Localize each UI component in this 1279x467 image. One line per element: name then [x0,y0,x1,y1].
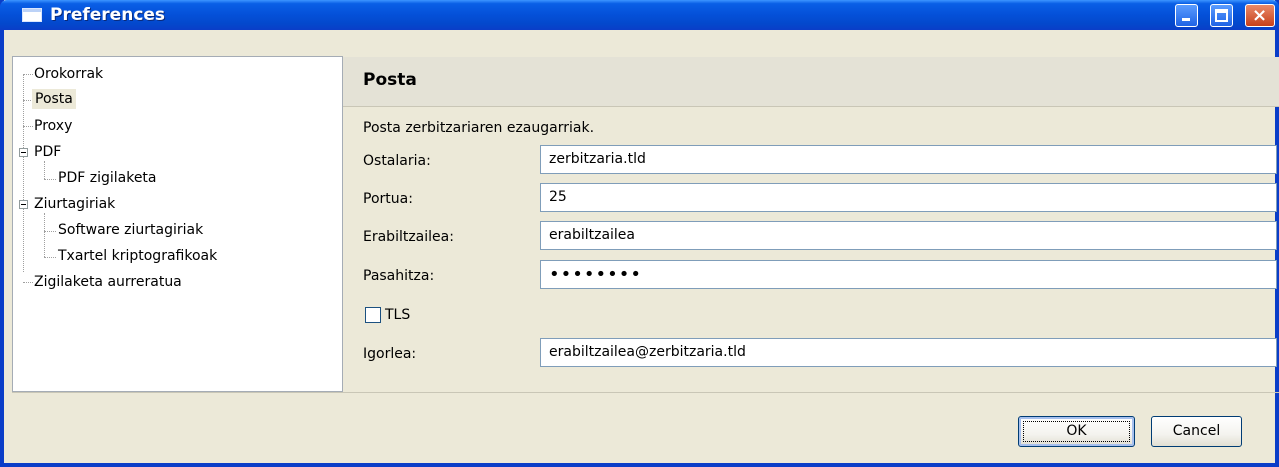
footer-divider [12,392,1279,393]
window-title: Preferences [50,5,166,25]
password-label: Pasahitza: [363,268,435,284]
host-label: Ostalaria: [363,153,431,169]
ok-button[interactable]: OK [1018,416,1135,447]
tls-label[interactable]: TLS [385,307,410,323]
password-field[interactable]: •••••••• [540,260,1277,289]
page-title: Posta [363,70,417,90]
settings-panel: Posta Posta zerbitzariaren ezaugarriak. … [343,57,1279,392]
tree-guide-line [44,179,56,180]
sender-label: Igorlea: [363,346,417,362]
tree-item-proxy[interactable]: Proxy [34,116,72,136]
tls-checkbox[interactable] [365,307,381,323]
sender-field[interactable]: erabiltzailea@zerbitzaria.tld [540,338,1277,367]
tree-guide-line [44,161,45,179]
tree-item-software-ziurtagiriak[interactable]: Software ziurtagiriak [58,220,203,240]
panel-header: Posta [343,57,1279,107]
tree-item-pdf[interactable]: PDF [34,142,61,162]
port-label: Portua: [363,191,413,207]
tree-item-zigilaketa-aurreratua[interactable]: Zigilaketa aurreratua [34,272,182,292]
panel-description: Posta zerbitzariaren ezaugarriak. [363,120,595,136]
maximize-button[interactable] [1210,4,1233,27]
minimize-button[interactable] [1175,4,1198,27]
tree-guide-line [44,231,56,232]
minimize-icon [1182,18,1190,21]
tree-guide-line [23,74,24,272]
port-field[interactable]: 25 [540,183,1277,212]
collapse-icon[interactable] [19,200,28,209]
tree-guide-line [23,126,33,127]
close-icon: × [1252,5,1268,26]
collapse-icon[interactable] [19,148,28,157]
preferences-tree: Orokorrak Posta Proxy PDF PDF zigilaketa… [12,57,343,392]
title-bar[interactable]: Preferences × [0,0,1279,30]
user-label: Erabiltzailea: [363,229,454,245]
user-field[interactable]: erabiltzailea [540,221,1277,250]
close-button[interactable]: × [1245,4,1275,27]
tree-item-orokorrak[interactable]: Orokorrak [34,64,103,84]
tree-guide-line [23,282,33,283]
tree-item-ziurtagiriak[interactable]: Ziurtagiriak [34,194,115,214]
window-app-icon [22,8,42,22]
host-field[interactable]: zerbitzaria.tld [540,145,1277,174]
tree-guide-line [23,74,33,75]
tree-item-pdf-zigilaketa[interactable]: PDF zigilaketa [58,168,157,188]
tree-guide-line [44,257,56,258]
tree-item-posta[interactable]: Posta [32,89,76,109]
tree-guide-line [44,213,45,257]
tree-item-txartel-kriptografikoak[interactable]: Txartel kriptografikoak [58,246,217,266]
maximize-icon [1215,9,1228,22]
cancel-button[interactable]: Cancel [1151,416,1242,447]
